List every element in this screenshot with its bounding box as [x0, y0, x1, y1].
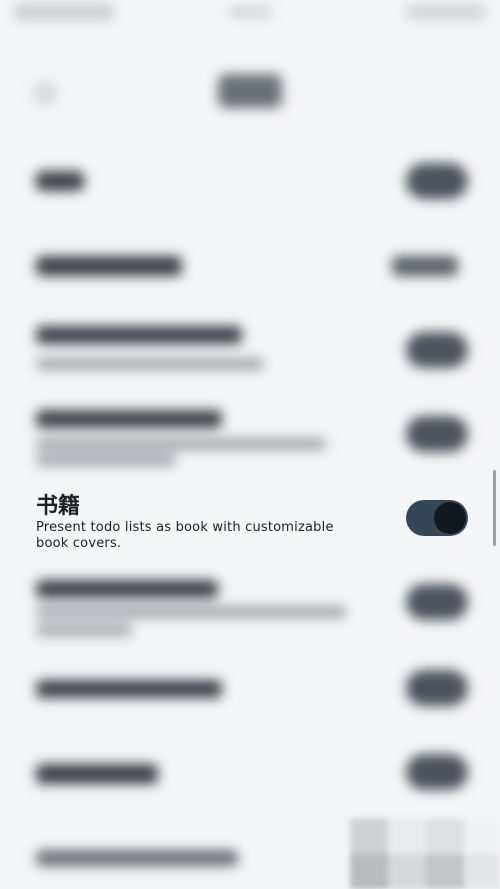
row-subtitle [36, 454, 176, 466]
books-toggle-switch[interactable] [406, 500, 468, 536]
settings-row[interactable] [0, 404, 500, 468]
row-title [36, 326, 242, 344]
settings-row[interactable] [0, 574, 500, 640]
settings-row[interactable] [0, 240, 500, 290]
toggle-switch[interactable] [406, 163, 468, 199]
scrollbar[interactable] [493, 470, 496, 546]
row-title [36, 764, 158, 784]
toggle-switch[interactable] [406, 332, 468, 368]
settings-row[interactable] [0, 155, 500, 205]
row-title [36, 256, 182, 276]
settings-row[interactable] [0, 750, 500, 798]
toggle-switch[interactable] [406, 754, 468, 790]
row-title [36, 850, 238, 866]
row-subtitle [36, 606, 346, 618]
row-value [392, 256, 458, 276]
row-subtitle [36, 358, 264, 370]
row-title [36, 680, 222, 698]
settings-row[interactable] [0, 666, 500, 714]
battery-icon [406, 4, 486, 20]
setting-description: Present todo lists as book with customiz… [36, 520, 334, 551]
toggle-switch[interactable] [406, 670, 468, 706]
status-center [228, 6, 272, 18]
row-subtitle [36, 438, 326, 450]
setting-title: 书籍 [36, 494, 81, 519]
row-title [36, 580, 218, 598]
status-bar [0, 0, 500, 28]
row-title [36, 410, 222, 428]
row-title [36, 171, 84, 191]
toggle-switch[interactable] [406, 584, 468, 620]
toggle-knob [434, 502, 466, 534]
pixelated-watermark [350, 818, 500, 889]
settings-row[interactable] [0, 320, 500, 380]
page-title [218, 74, 282, 108]
back-icon[interactable] [34, 82, 56, 104]
toggle-switch[interactable] [406, 416, 468, 452]
row-subtitle [36, 624, 132, 636]
status-time [14, 4, 114, 20]
